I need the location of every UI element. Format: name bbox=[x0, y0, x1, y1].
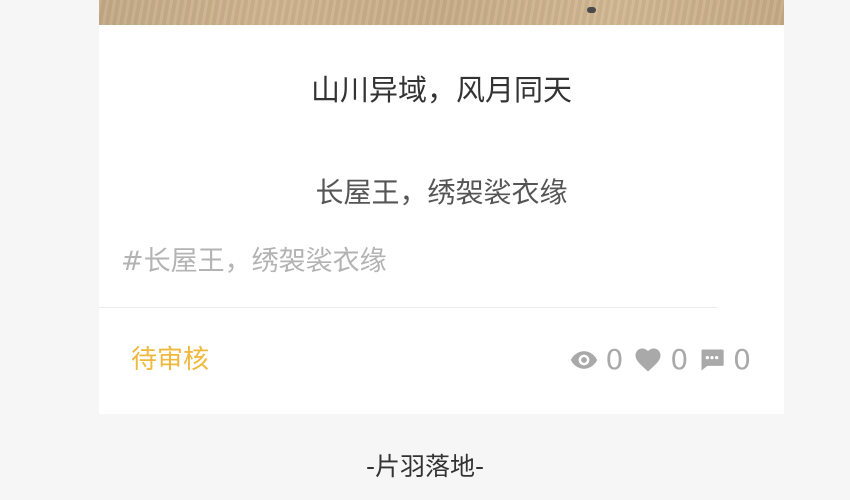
views-stat[interactable]: 0 bbox=[569, 340, 634, 380]
post-stats: 0 0 0 bbox=[569, 340, 751, 380]
post-subtitle: 长屋王，绣袈裟衣缘 bbox=[315, 176, 568, 209]
post-card[interactable]: 山川异域，风月同天 长屋王，绣袈裟衣缘 #长屋王，绣袈裟衣缘 待审核 0 0 0 bbox=[99, 0, 784, 414]
likes-stat[interactable]: 0 bbox=[633, 340, 698, 380]
post-title: 山川异域，风月同天 bbox=[310, 73, 572, 107]
likes-count: 0 bbox=[670, 343, 689, 376]
status-badge: 待审核 bbox=[131, 345, 210, 375]
heart-icon bbox=[633, 345, 663, 375]
cover-image-detail bbox=[587, 7, 596, 13]
eye-icon bbox=[569, 345, 599, 375]
divider bbox=[99, 307, 718, 308]
comments-stat[interactable]: 0 bbox=[698, 340, 751, 380]
comment-icon bbox=[698, 346, 726, 374]
views-count: 0 bbox=[605, 343, 624, 376]
post-cover-image[interactable] bbox=[99, 0, 784, 25]
end-of-feed-label: -片羽落地- bbox=[365, 452, 485, 481]
post-tag[interactable]: #长屋王，绣袈裟衣缘 bbox=[121, 242, 387, 282]
comments-count: 0 bbox=[733, 343, 751, 376]
